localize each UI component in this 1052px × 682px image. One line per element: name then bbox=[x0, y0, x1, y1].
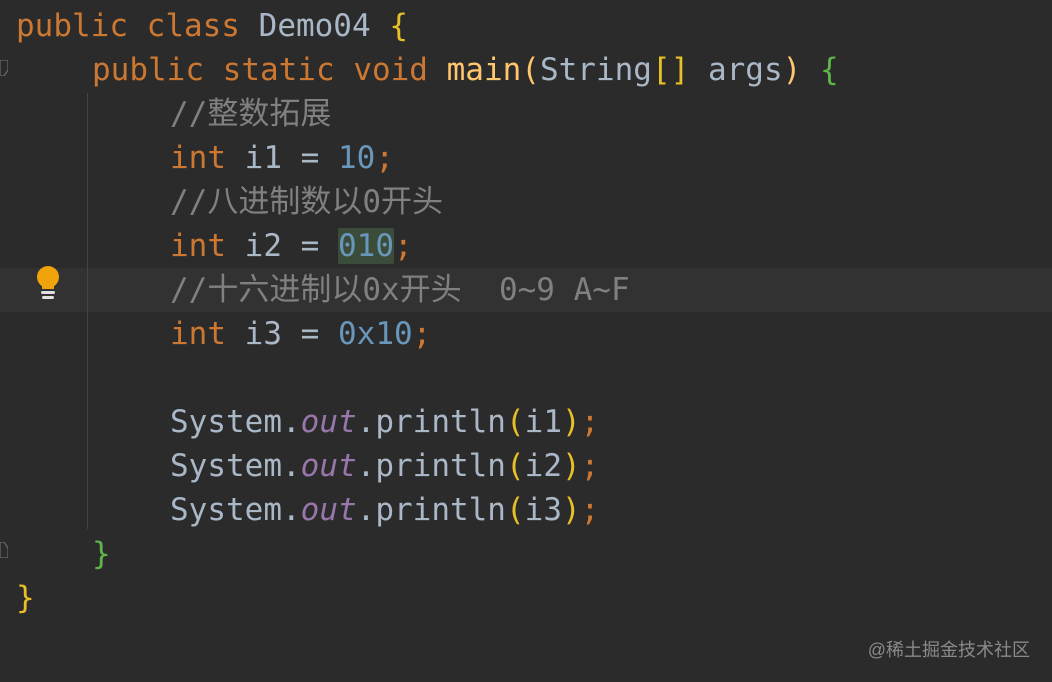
code-line-4: int i1 = 10; bbox=[170, 136, 394, 180]
indent-guide bbox=[87, 93, 88, 529]
dot: . bbox=[281, 448, 301, 484]
brace: { bbox=[819, 52, 839, 88]
dot: . bbox=[356, 404, 376, 440]
fold-marker-icon[interactable] bbox=[0, 542, 8, 558]
comment: //十六进制以0x开头 0~9 A~F bbox=[170, 272, 630, 308]
dot: . bbox=[356, 492, 376, 528]
paren: ) bbox=[782, 52, 802, 88]
operator: = bbox=[300, 316, 320, 352]
keyword: int bbox=[170, 228, 226, 264]
variable: i2 bbox=[244, 228, 282, 264]
class-name: Demo04 bbox=[258, 8, 371, 44]
static-field: out bbox=[300, 404, 357, 440]
dot: . bbox=[281, 404, 301, 440]
code-line-13: } bbox=[92, 532, 111, 576]
code-line-12: System.out.println(i3); bbox=[170, 488, 599, 532]
semicolon: ; bbox=[412, 316, 432, 352]
operator: = bbox=[300, 140, 320, 176]
keyword: int bbox=[170, 316, 226, 352]
keyword: int bbox=[170, 140, 226, 176]
argument: i2 bbox=[524, 448, 562, 484]
semicolon: ; bbox=[580, 404, 600, 440]
code-line-6: int i2 = 010; bbox=[170, 224, 413, 268]
static-field: out bbox=[300, 448, 357, 484]
paren: ( bbox=[505, 448, 525, 484]
paren: ( bbox=[521, 52, 540, 88]
keyword: class bbox=[146, 8, 240, 44]
brace: } bbox=[16, 580, 35, 616]
code-line-8: int i3 = 0x10; bbox=[170, 312, 431, 356]
param-name: args bbox=[707, 52, 783, 88]
code-line-11: System.out.println(i2); bbox=[170, 444, 599, 488]
method-call: println bbox=[375, 404, 506, 440]
code-line-1: public class Demo04 { bbox=[16, 4, 408, 48]
dot: . bbox=[281, 492, 301, 528]
semicolon: ; bbox=[375, 140, 395, 176]
class-ref: System bbox=[170, 448, 282, 484]
number-literal: 0x10 bbox=[338, 316, 413, 352]
semicolon: ; bbox=[394, 228, 413, 264]
method-name: main bbox=[446, 52, 522, 88]
keyword: public bbox=[16, 8, 128, 44]
watermark: @稀土掘金技术社区 bbox=[867, 640, 1030, 660]
variable: i1 bbox=[244, 140, 282, 176]
brace: } bbox=[92, 536, 111, 572]
argument: i1 bbox=[524, 404, 562, 440]
code-line-7: //十六进制以0x开头 0~9 A~F bbox=[170, 268, 630, 312]
array-brackets: [] bbox=[651, 52, 690, 88]
number-literal-highlighted[interactable]: 010 bbox=[338, 228, 395, 264]
method-call: println bbox=[375, 448, 506, 484]
semicolon: ; bbox=[580, 492, 600, 528]
number-literal: 10 bbox=[338, 140, 376, 176]
paren: ) bbox=[561, 448, 581, 484]
code-line-5: //八进制数以0开头 bbox=[170, 180, 443, 224]
comment: //整数拓展 bbox=[170, 96, 332, 132]
static-field: out bbox=[300, 492, 357, 528]
method-call: println bbox=[375, 492, 506, 528]
code-editor[interactable]: public class Demo04 { public static void… bbox=[0, 0, 1052, 682]
paren: ( bbox=[505, 492, 525, 528]
lightbulb-icon[interactable] bbox=[33, 265, 63, 301]
code-line-3: //整数拓展 bbox=[170, 92, 331, 136]
paren: ) bbox=[561, 492, 581, 528]
semicolon: ; bbox=[580, 448, 600, 484]
code-line-2: public static void main(String[] args) { bbox=[92, 48, 839, 92]
fold-marker-icon[interactable] bbox=[0, 60, 8, 76]
param-type: String bbox=[539, 52, 652, 88]
comment: //八进制数以0开头 bbox=[170, 184, 443, 220]
dot: . bbox=[356, 448, 376, 484]
paren: ( bbox=[505, 404, 525, 440]
code-line-10: System.out.println(i1); bbox=[170, 400, 599, 444]
keyword: public bbox=[92, 52, 204, 88]
operator: = bbox=[300, 228, 320, 264]
argument: i3 bbox=[524, 492, 562, 528]
code-line-14: } bbox=[16, 576, 35, 620]
class-ref: System bbox=[170, 492, 282, 528]
variable: i3 bbox=[244, 316, 282, 352]
class-ref: System bbox=[170, 404, 282, 440]
brace: { bbox=[389, 8, 408, 44]
keyword: static bbox=[222, 52, 335, 88]
keyword: void bbox=[353, 52, 428, 88]
paren: ) bbox=[561, 404, 581, 440]
